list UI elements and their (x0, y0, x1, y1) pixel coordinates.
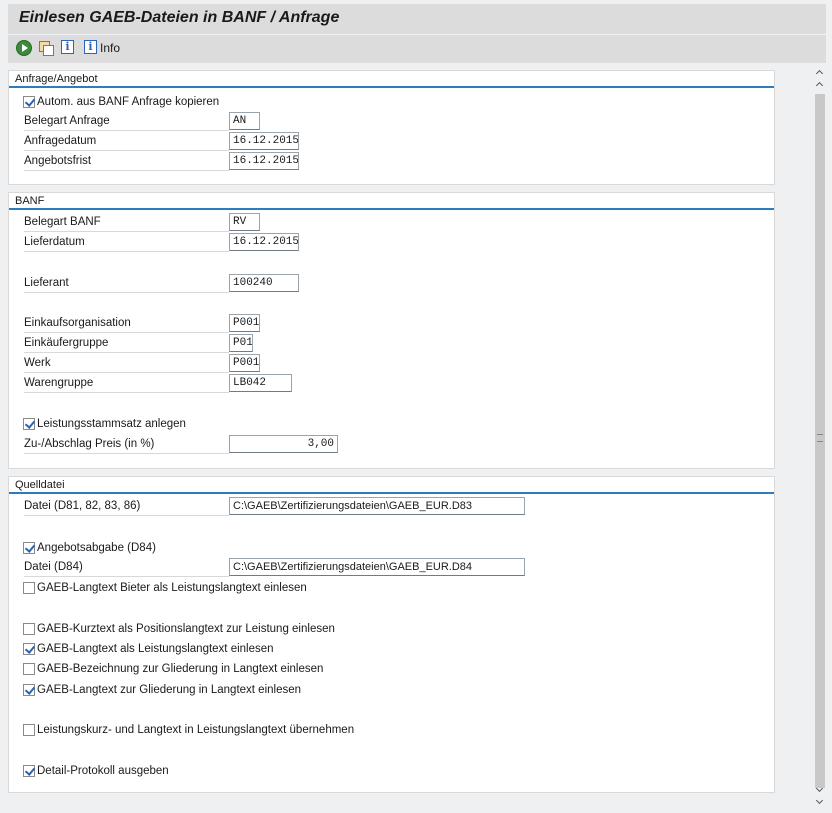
datei84-label: Datei (D84) (24, 559, 229, 577)
datei-field[interactable]: C:\GAEB\Zertifizierungsdateien\GAEB_EUR.… (229, 497, 525, 515)
belegart-anfrage-field[interactable]: AN (229, 112, 260, 130)
kurztext-checkbox[interactable] (23, 623, 35, 635)
belegart-anfrage-label: Belegart Anfrage (24, 113, 229, 131)
scroll-thumb[interactable] (815, 94, 825, 788)
scroll-bottom-icon[interactable] (816, 798, 824, 806)
execute-icon[interactable] (16, 40, 32, 56)
panel-title-banf: BANF (15, 195, 45, 207)
lieferdatum-field[interactable]: 16.12.2015 (229, 233, 299, 251)
belegart-banf-field[interactable]: RV (229, 213, 260, 231)
einkaufsorg-label: Einkaufsorganisation (24, 315, 229, 333)
auto-copy-label: Autom. aus BANF Anfrage kopieren (37, 96, 220, 108)
page-title: Einlesen GAEB-Dateien in BANF / Anfrage (19, 9, 340, 26)
lieferdatum-label: Lieferdatum (24, 234, 229, 252)
bieter-langtext-checkbox[interactable] (23, 582, 35, 594)
einkaufsorg-field[interactable]: P001 (229, 314, 260, 332)
scroll-top-icon[interactable] (816, 68, 824, 76)
angebotsabgabe-label: Angebotsabgabe (D84) (37, 542, 156, 554)
anfragedatum-label: Anfragedatum (24, 133, 229, 151)
kurzlang-label: Leistungskurz- und Langtext in Leistungs… (37, 724, 355, 736)
protokoll-checkbox[interactable] (23, 765, 35, 777)
gliederung-label: GAEB-Langtext zur Gliederung in Langtext… (37, 684, 302, 696)
panel-title-anfrage: Anfrage/Angebot (15, 73, 98, 85)
protokoll-label: Detail-Protokoll ausgeben (37, 765, 169, 777)
info-button[interactable]: Info (100, 41, 120, 55)
vertical-scrollbar[interactable] (812, 64, 828, 813)
werk-label: Werk (24, 355, 229, 373)
panel-anfrage: Anfrage/Angebot Autom. aus BANF Anfrage … (8, 70, 775, 185)
angebotsfrist-field[interactable]: 16.12.2015 (229, 152, 299, 170)
langtext-label: GAEB-Langtext als Leistungslangtext einl… (37, 643, 274, 655)
application-toolbar: i i Info (8, 35, 826, 63)
scroll-up-icon[interactable] (816, 80, 824, 88)
anfragedatum-field[interactable]: 16.12.2015 (229, 132, 299, 150)
panel-divider (9, 492, 774, 494)
auto-copy-checkbox[interactable] (23, 96, 35, 108)
bezeichnung-checkbox[interactable] (23, 663, 35, 675)
copy-variant-icon[interactable] (38, 40, 54, 56)
belegart-banf-label: Belegart BANF (24, 214, 229, 232)
zuabschlag-field[interactable]: 3,00 (229, 435, 338, 453)
title-bar: Einlesen GAEB-Dateien in BANF / Anfrage (8, 4, 826, 34)
einkaeufergruppe-field[interactable]: P01 (229, 334, 253, 352)
lieferant-field[interactable]: 100240 (229, 274, 299, 292)
gliederung-checkbox[interactable] (23, 684, 35, 696)
datei84-field[interactable]: C:\GAEB\Zertifizierungsdateien\GAEB_EUR.… (229, 558, 525, 576)
kurztext-label: GAEB-Kurztext als Positionslangtext zur … (37, 623, 335, 635)
leistungsstamm-label: Leistungsstammsatz anlegen (37, 418, 186, 430)
panel-title-quelldatei: Quelldatei (15, 479, 65, 491)
bieter-langtext-label: GAEB-Langtext Bieter als Leistungslangte… (37, 582, 307, 594)
kurzlang-checkbox[interactable] (23, 724, 35, 736)
panel-divider (9, 208, 774, 210)
scroll-down-icon[interactable] (816, 786, 824, 794)
panel-divider (9, 86, 774, 88)
info-icon[interactable]: i (61, 40, 74, 54)
angebotsfrist-label: Angebotsfrist (24, 153, 229, 171)
panel-banf: BANF Belegart BANF RV Lieferdatum 16.12.… (8, 192, 775, 469)
einkaeufergruppe-label: Einkäufergruppe (24, 335, 229, 353)
warengruppe-label: Warengruppe (24, 375, 229, 393)
lieferant-label: Lieferant (24, 275, 229, 293)
bezeichnung-label: GAEB-Bezeichnung zur Gliederung in Langt… (37, 663, 324, 675)
datei-label: Datei (D81, 82, 83, 86) (24, 498, 229, 516)
langtext-checkbox[interactable] (23, 643, 35, 655)
info-icon[interactable]: i (84, 40, 97, 54)
warengruppe-field[interactable]: LB042 (229, 374, 292, 392)
leistungsstamm-checkbox[interactable] (23, 418, 35, 430)
angebotsabgabe-checkbox[interactable] (23, 542, 35, 554)
werk-field[interactable]: P001 (229, 354, 260, 372)
panel-quelldatei: Quelldatei Datei (D81, 82, 83, 86) C:\GA… (8, 476, 775, 793)
zuabschlag-label: Zu-/Abschlag Preis (in %) (24, 436, 229, 454)
